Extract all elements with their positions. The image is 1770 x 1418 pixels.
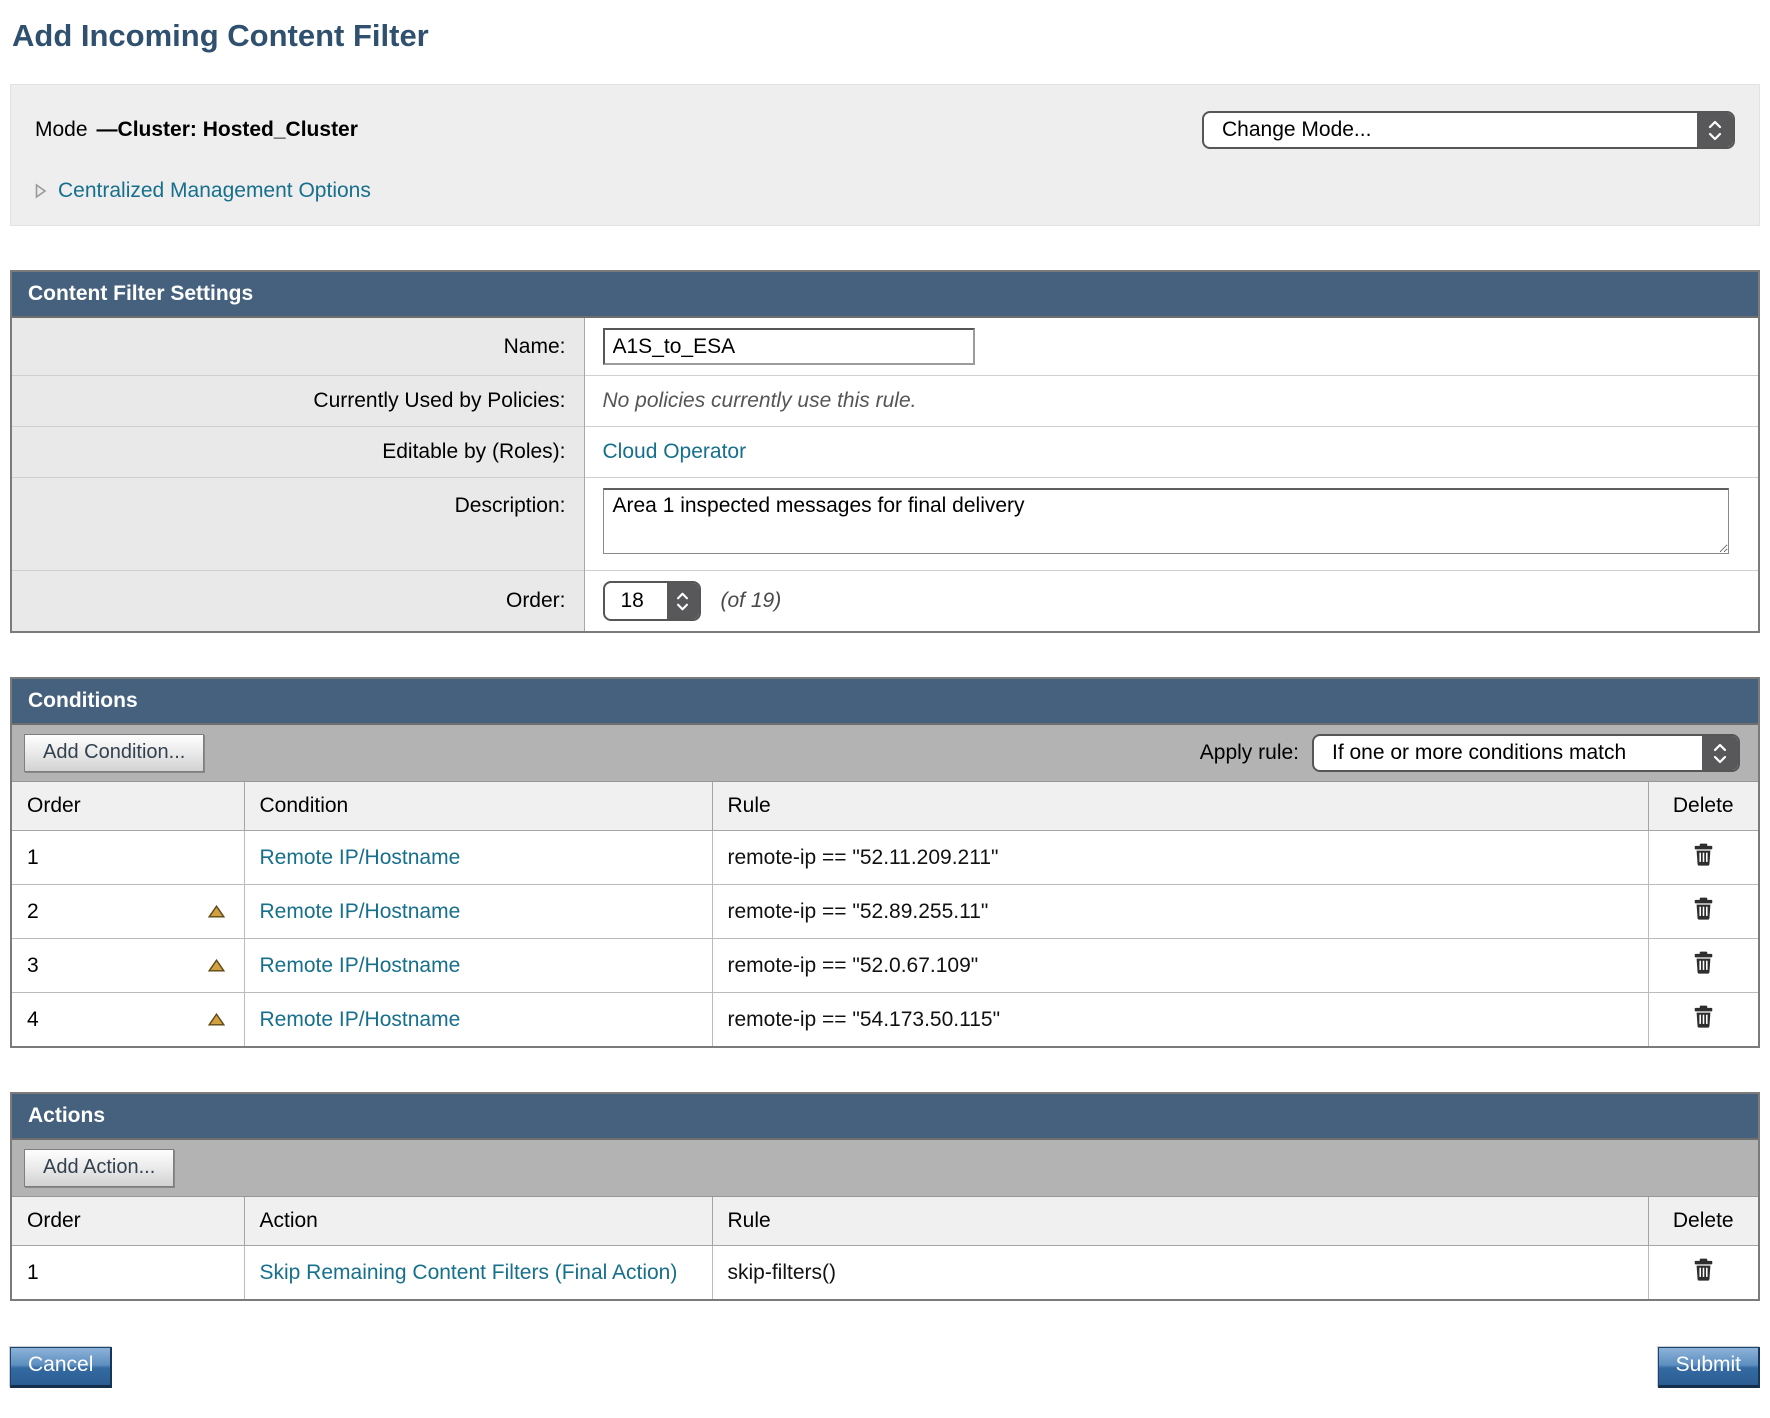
apply-rule-select[interactable]: If one or more conditions match xyxy=(1312,734,1740,772)
condition-link[interactable]: Remote IP/Hostname xyxy=(260,846,461,869)
add-condition-button[interactable]: Add Condition... xyxy=(24,734,204,772)
name-label: Name: xyxy=(12,318,584,376)
apply-rule-label: Apply rule: xyxy=(1200,741,1299,765)
stepper-icon xyxy=(1702,736,1738,770)
apply-rule-selected-value: If one or more conditions match xyxy=(1314,741,1702,765)
trash-icon xyxy=(1693,843,1714,866)
description-row: Description: Area 1 inspected messages f… xyxy=(12,478,1758,571)
stepper-icon xyxy=(667,583,699,619)
policies-label: Currently Used by Policies: xyxy=(12,376,584,427)
condition-rule: remote-ip == "52.11.209.211" xyxy=(728,846,999,869)
order-selected-value: 18 xyxy=(605,589,667,613)
trash-icon xyxy=(1693,1258,1714,1281)
action-row: 1 Skip Remaining Content Filters (Final … xyxy=(12,1246,1758,1300)
centralized-management-options-link[interactable]: Centralized Management Options xyxy=(58,179,371,203)
conditions-col-rule: Rule xyxy=(712,782,1648,831)
action-order: 1 xyxy=(27,1261,39,1285)
add-action-button[interactable]: Add Action... xyxy=(24,1149,174,1187)
description-textarea[interactable]: Area 1 inspected messages for final deli… xyxy=(603,488,1729,554)
expand-triangle-icon[interactable] xyxy=(35,183,47,199)
condition-rule: remote-ip == "52.0.67.109" xyxy=(728,954,979,977)
conditions-col-delete: Delete xyxy=(1648,782,1758,831)
condition-row: 3 Remote IP/Hostname remote-ip == "52.0.… xyxy=(12,939,1758,993)
stepper-icon xyxy=(1697,113,1733,147)
cancel-button[interactable]: Cancel xyxy=(10,1347,112,1388)
condition-link[interactable]: Remote IP/Hostname xyxy=(260,954,461,977)
condition-order: 1 xyxy=(27,846,39,870)
delete-condition-button[interactable] xyxy=(1693,1005,1714,1028)
condition-link[interactable]: Remote IP/Hostname xyxy=(260,900,461,923)
conditions-col-condition: Condition xyxy=(244,782,712,831)
roles-row: Editable by (Roles): Cloud Operator xyxy=(12,427,1758,478)
mode-label: Mode xyxy=(35,118,88,141)
description-label: Description: xyxy=(12,478,584,571)
roles-label: Editable by (Roles): xyxy=(12,427,584,478)
trash-icon xyxy=(1693,951,1714,974)
order-label: Order: xyxy=(12,571,584,632)
name-row: Name: xyxy=(12,318,1758,376)
mode-line: Mode —Cluster: Hosted_Cluster xyxy=(35,118,358,142)
condition-order: 2 xyxy=(27,900,39,924)
trash-icon xyxy=(1693,1005,1714,1028)
condition-order: 4 xyxy=(27,1008,39,1032)
actions-col-delete: Delete xyxy=(1648,1197,1758,1246)
condition-row: 4 Remote IP/Hostname remote-ip == "54.17… xyxy=(12,993,1758,1047)
arrow-up-icon xyxy=(208,959,225,972)
actions-col-rule: Rule xyxy=(712,1197,1648,1246)
settings-section-header: Content Filter Settings xyxy=(12,272,1758,318)
trash-icon xyxy=(1693,897,1714,920)
policies-row: Currently Used by Policies: No policies … xyxy=(12,376,1758,427)
order-select[interactable]: 18 xyxy=(603,581,701,621)
conditions-toolbar: Add Condition... Apply rule: If one or m… xyxy=(12,725,1758,782)
mode-panel: Mode —Cluster: Hosted_Cluster Change Mode… xyxy=(10,84,1760,226)
actions-col-action: Action xyxy=(244,1197,712,1246)
condition-rule: remote-ip == "52.89.255.11" xyxy=(728,900,989,923)
content-filter-settings-section: Content Filter Settings Name: Currently … xyxy=(10,270,1760,633)
condition-order: 3 xyxy=(27,954,39,978)
mode-value: —Cluster: Hosted_Cluster xyxy=(97,118,358,141)
condition-row: 1 Remote IP/Hostname remote-ip == "52.11… xyxy=(12,831,1758,885)
move-up-button[interactable] xyxy=(204,905,229,918)
actions-toolbar: Add Action... xyxy=(12,1140,1758,1197)
action-rule: skip-filters() xyxy=(728,1261,837,1284)
delete-condition-button[interactable] xyxy=(1693,843,1714,866)
actions-col-order: Order xyxy=(12,1197,244,1246)
policies-value: No policies currently use this rule. xyxy=(603,389,917,412)
actions-section-header: Actions xyxy=(12,1094,1758,1140)
actions-section: Actions Add Action... Order Action Rule … xyxy=(10,1092,1760,1301)
delete-condition-button[interactable] xyxy=(1693,951,1714,974)
condition-row: 2 Remote IP/Hostname remote-ip == "52.89… xyxy=(12,885,1758,939)
action-link[interactable]: Skip Remaining Content Filters (Final Ac… xyxy=(260,1261,678,1284)
conditions-section: Conditions Add Condition... Apply rule: … xyxy=(10,677,1760,1048)
conditions-section-header: Conditions xyxy=(12,679,1758,725)
move-up-button[interactable] xyxy=(204,1013,229,1026)
name-input[interactable] xyxy=(603,328,975,365)
arrow-up-icon xyxy=(208,905,225,918)
page-title: Add Incoming Content Filter xyxy=(12,18,1760,54)
condition-rule: remote-ip == "54.173.50.115" xyxy=(728,1008,1001,1031)
move-up-button[interactable] xyxy=(204,959,229,972)
submit-button[interactable]: Submit xyxy=(1658,1347,1760,1388)
cloud-operator-link[interactable]: Cloud Operator xyxy=(603,440,747,463)
order-row: Order: 18 (of 19) xyxy=(12,571,1758,632)
delete-action-button[interactable] xyxy=(1693,1258,1714,1281)
change-mode-selected-value: Change Mode... xyxy=(1204,118,1697,142)
delete-condition-button[interactable] xyxy=(1693,897,1714,920)
condition-link[interactable]: Remote IP/Hostname xyxy=(260,1008,461,1031)
change-mode-select[interactable]: Change Mode... xyxy=(1202,111,1735,149)
footer-bar: Cancel Submit xyxy=(10,1347,1760,1388)
conditions-col-order: Order xyxy=(12,782,244,831)
arrow-up-icon xyxy=(208,1013,225,1026)
order-total: (of 19) xyxy=(721,589,782,613)
